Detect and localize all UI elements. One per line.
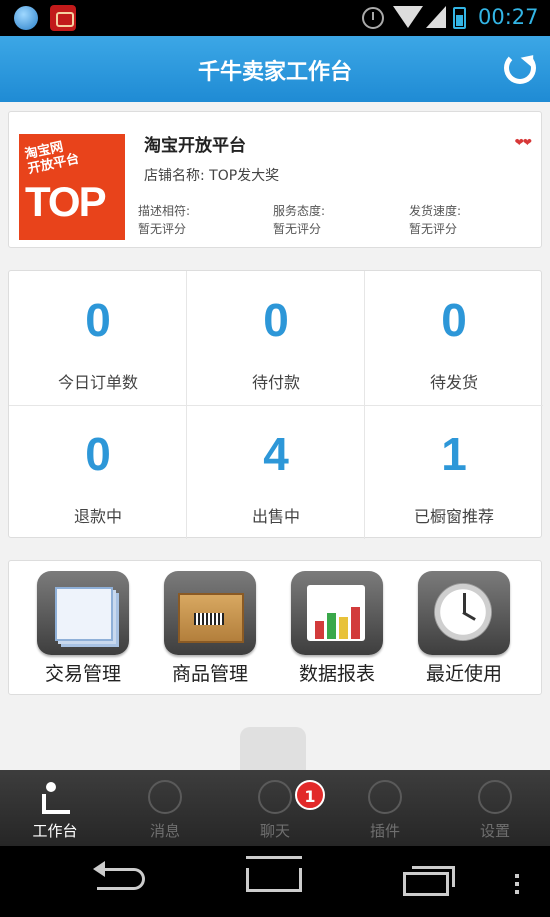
- status-time: 00:27: [478, 5, 539, 29]
- alarm-icon: [362, 7, 384, 29]
- rating-shipping: 发货速度: 暂无评分: [409, 202, 461, 238]
- home-icon[interactable]: [246, 868, 302, 892]
- stat-on-sale[interactable]: 4 出售中: [187, 405, 365, 539]
- page-title: 千牛卖家工作台: [197, 60, 352, 85]
- logo-top-text: TOP: [25, 178, 107, 225]
- system-nav-bar: [0, 846, 550, 917]
- qianniu-notification-icon: [50, 5, 76, 31]
- tab-workbench[interactable]: 工作台: [0, 770, 110, 846]
- clock-hand: [463, 593, 466, 613]
- rating-description: 描述相符: 暂无评分: [138, 202, 190, 238]
- rating-label: 服务态度:: [273, 204, 326, 218]
- chat-unread-badge: 1: [295, 780, 325, 810]
- stat-refunding[interactable]: 0 退款中: [9, 405, 187, 539]
- app-label: 交易管理: [44, 663, 121, 685]
- tab-settings[interactable]: 设置: [440, 770, 550, 846]
- store-name-label: 店铺名称: TOP发大奖: [144, 168, 280, 184]
- stat-label: 已橱窗推荐: [413, 507, 494, 526]
- logo-small-text: 淘宝网 开放平台: [23, 139, 81, 178]
- chat-icon: [258, 780, 292, 814]
- plugin-icon: [368, 780, 402, 814]
- stat-pending-payment[interactable]: 0 待付款: [187, 271, 365, 405]
- title-bar: 千牛卖家工作台: [0, 36, 550, 102]
- stat-value: 0: [85, 428, 111, 480]
- app-notification-icon: [14, 6, 38, 30]
- back-icon[interactable]: [93, 861, 145, 890]
- settings-icon: [478, 780, 512, 814]
- tab-label: 消息: [149, 822, 180, 840]
- overflow-menu-icon[interactable]: [515, 874, 519, 878]
- stat-value: 1: [441, 428, 467, 480]
- recent-apps-icon[interactable]: [403, 866, 455, 896]
- tab-label: 聊天: [259, 822, 290, 840]
- battery-icon: [453, 7, 466, 29]
- app-label: 最近使用: [425, 663, 502, 685]
- bottom-tab-bar: 工作台 消息 聊天 插件 设置: [0, 770, 550, 846]
- stat-today-orders[interactable]: 0 今日订单数: [9, 271, 187, 405]
- bar-chart-glyph: [315, 607, 363, 639]
- shop-card[interactable]: 淘宝网 开放平台 TOP 淘宝开放平台 ❤❤ 店铺名称: TOP发大奖 描述相符:…: [8, 111, 542, 248]
- stats-grid: 0 今日订单数 0 待付款 0 待发货 0 退款中 4 出售中 1 已橱窗推荐: [8, 270, 543, 539]
- stat-label: 出售中: [251, 507, 300, 526]
- tab-messages[interactable]: 消息: [110, 770, 220, 846]
- rating-value: 暂无评分: [138, 222, 187, 236]
- stat-window-recommended[interactable]: 1 已橱窗推荐: [365, 405, 543, 539]
- message-icon: [148, 780, 182, 814]
- app-recent[interactable]: 最近使用: [396, 571, 526, 689]
- trade-icon: [37, 571, 129, 655]
- refresh-icon[interactable]: [504, 52, 536, 84]
- tab-label: 工作台: [32, 822, 78, 840]
- goods-icon: [164, 571, 256, 655]
- workbench-icon: [38, 780, 72, 814]
- stat-label: 退款中: [73, 507, 122, 526]
- rating-value: 暂无评分: [273, 222, 322, 236]
- app-shortcuts: 交易管理 商品管理 数据报表 最近使用: [8, 560, 542, 695]
- stat-value: 0: [85, 294, 111, 346]
- tab-plugins[interactable]: 插件: [330, 770, 440, 846]
- mascot-watermark-icon: [240, 727, 306, 771]
- stat-value: 0: [263, 294, 289, 346]
- stat-pending-shipment[interactable]: 0 待发货: [365, 271, 543, 405]
- stat-value: 0: [441, 294, 467, 346]
- app-data-report[interactable]: 数据报表: [269, 571, 399, 689]
- clock-hand: [462, 611, 476, 621]
- stat-label: 今日订单数: [57, 373, 138, 392]
- shop-logo: 淘宝网 开放平台 TOP: [19, 134, 125, 240]
- app-label: 商品管理: [171, 663, 248, 685]
- app-label: 数据报表: [298, 663, 375, 685]
- rating-value: 暂无评分: [409, 222, 458, 236]
- rating-label: 描述相符:: [138, 204, 191, 218]
- data-report-icon: [291, 571, 383, 655]
- rating-label: 发货速度:: [409, 204, 462, 218]
- signal-icon: [426, 6, 446, 28]
- tab-label: 设置: [479, 822, 510, 840]
- rating-service: 服务态度: 暂无评分: [273, 202, 325, 238]
- app-goods-management[interactable]: 商品管理: [142, 571, 272, 689]
- wifi-icon: [393, 6, 423, 28]
- stat-label: 待发货: [429, 373, 478, 392]
- clock-icon: [418, 571, 510, 655]
- tab-label: 插件: [369, 822, 400, 840]
- app-trade-management[interactable]: 交易管理: [15, 571, 145, 689]
- status-bar: 00:27: [0, 0, 550, 36]
- stat-label: 待付款: [251, 373, 300, 392]
- stat-value: 4: [263, 428, 289, 480]
- credit-hearts-icon: ❤❤: [514, 136, 532, 149]
- shop-name: 淘宝开放平台: [144, 136, 246, 156]
